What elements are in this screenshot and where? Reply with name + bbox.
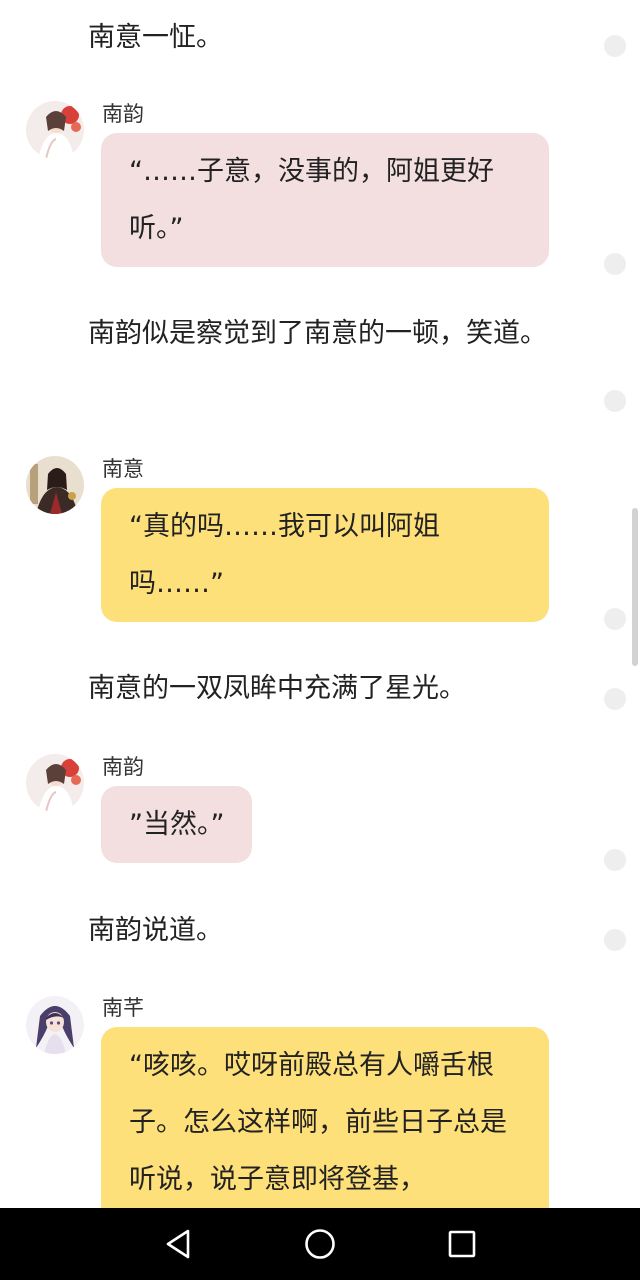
comment-dot-button[interactable] xyxy=(604,849,626,871)
back-button[interactable] xyxy=(158,1224,198,1264)
narration-text: 南韵说道。 xyxy=(88,915,223,946)
comment-dot-button[interactable] xyxy=(604,35,626,57)
comment-dot-button[interactable] xyxy=(604,608,626,630)
narration-text: 南意一怔。 xyxy=(88,22,223,53)
speaker-name: 南意 xyxy=(102,457,144,481)
speaker-name: 南韵 xyxy=(102,102,144,126)
avatar[interactable] xyxy=(26,754,84,812)
recents-square-icon xyxy=(448,1230,476,1258)
narration-text: 南意的一双凤眸中充满了星光。 xyxy=(88,673,466,704)
narration-text: 南韵似是察觉到了南意的一顿，笑道。 xyxy=(88,318,547,349)
avatar[interactable] xyxy=(26,456,84,514)
avatar[interactable] xyxy=(26,101,84,159)
home-button[interactable] xyxy=(300,1224,340,1264)
message-bubble: “咳咳。哎呀前殿总有人嚼舌根子。怎么这样啊，前些日子总是听说，说子意即将登基， xyxy=(101,1027,549,1208)
home-circle-icon xyxy=(305,1229,335,1259)
message-bubble: ”当然。” xyxy=(101,786,253,863)
girl-purple-hair-avatar-icon xyxy=(26,996,84,1054)
scrollbar[interactable] xyxy=(632,508,638,666)
message-bubble: “……子意，没事的，阿姐更好听。” xyxy=(101,133,549,267)
recents-button[interactable] xyxy=(442,1224,482,1264)
avatar[interactable] xyxy=(26,996,84,1054)
comment-dot-button[interactable] xyxy=(604,390,626,412)
back-triangle-icon xyxy=(166,1229,190,1259)
system-navigation-bar xyxy=(0,1208,640,1280)
speaker-name: 南韵 xyxy=(102,755,144,779)
comment-dot-button[interactable] xyxy=(604,929,626,951)
comment-dot-button[interactable] xyxy=(604,688,626,710)
comment-dot-button[interactable] xyxy=(604,253,626,275)
boy-dark-robe-avatar-icon xyxy=(26,456,84,514)
girl-white-red-flowers-avatar-icon xyxy=(26,101,84,159)
speaker-name: 南芊 xyxy=(102,996,144,1020)
girl-white-red-flowers-avatar-icon xyxy=(26,754,84,812)
chat-story-view[interactable]: 南意一怔。 南韵 “……子意，没事的，阿姐更好听。” 南韵似是察觉到了南意的一顿… xyxy=(0,0,640,1208)
message-bubble: “真的吗……我可以叫阿姐吗……” xyxy=(101,488,549,622)
